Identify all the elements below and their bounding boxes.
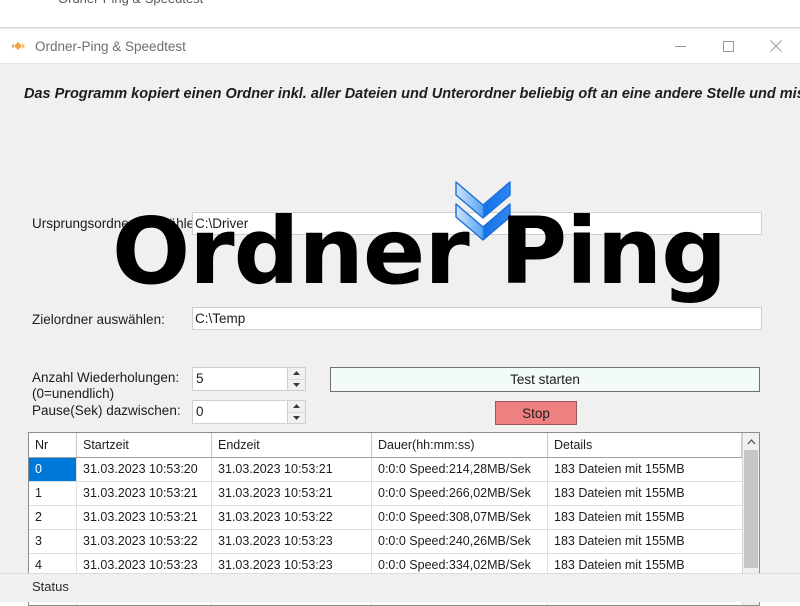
target-folder-label: Zielordner auswählen: <box>32 312 165 327</box>
window-controls <box>656 29 800 63</box>
application-window: Ordner-Ping & Speedtest Das Programm kop… <box>0 28 800 606</box>
repeat-count-hint: (0=unendlich) <box>32 386 115 401</box>
repeat-count-label: Anzahl Wiederholungen: <box>32 370 180 385</box>
cell-duration[interactable]: 0:0:0 Speed:214,28MB/Sek <box>372 458 548 481</box>
cell-start[interactable]: 31.03.2023 10:53:21 <box>77 506 212 529</box>
cell-empty <box>212 602 372 605</box>
repeat-decrement-icon[interactable] <box>288 379 305 390</box>
table-row[interactable]: 1 31.03.2023 10:53:21 31.03.2023 10:53:2… <box>29 482 742 506</box>
repeat-count-arrows[interactable] <box>287 368 305 390</box>
repeat-count-stepper[interactable]: 5 <box>192 367 306 391</box>
cell-empty <box>29 602 77 605</box>
pause-decrement-icon[interactable] <box>288 412 305 423</box>
pause-seconds-stepper[interactable]: 0 <box>192 400 306 424</box>
cell-start[interactable]: 31.03.2023 10:53:22 <box>77 530 212 553</box>
cell-empty <box>548 602 742 605</box>
pause-seconds-label: Pause(Sek) dazwischen: <box>32 403 181 418</box>
cell-start[interactable]: 31.03.2023 10:53:21 <box>77 482 212 505</box>
table-row[interactable]: 3 31.03.2023 10:53:22 31.03.2023 10:53:2… <box>29 530 742 554</box>
status-bar: Status <box>0 573 800 602</box>
cell-nr[interactable]: 3 <box>29 530 77 553</box>
title-bar: Ordner-Ping & Speedtest <box>0 29 800 63</box>
cell-end[interactable]: 31.03.2023 10:53:22 <box>212 506 372 529</box>
stop-button[interactable]: Stop <box>495 401 577 425</box>
cell-nr[interactable]: 2 <box>29 506 77 529</box>
chevron-up-icon[interactable] <box>743 433 759 450</box>
cell-nr[interactable]: 0 <box>29 458 77 481</box>
pause-seconds-arrows[interactable] <box>287 401 305 423</box>
start-test-button[interactable]: Test starten <box>330 367 760 392</box>
cell-empty <box>372 602 548 605</box>
cell-end[interactable]: 31.03.2023 10:53:21 <box>212 458 372 481</box>
close-icon[interactable] <box>752 29 800 63</box>
column-header-endzeit[interactable]: Endzeit <box>212 433 372 457</box>
column-header-details[interactable]: Details <box>548 433 742 457</box>
cell-details[interactable]: 183 Dateien mit 155MB <box>548 530 742 553</box>
target-folder-input[interactable]: C:\Temp <box>192 307 762 330</box>
window-title: Ordner-Ping & Speedtest <box>35 38 186 54</box>
maximize-icon[interactable] <box>704 29 752 63</box>
program-description: Das Programm kopiert einen Ordner inkl. … <box>24 86 800 102</box>
cell-details[interactable]: 183 Dateien mit 155MB <box>548 506 742 529</box>
repeat-count-value[interactable]: 5 <box>193 368 287 390</box>
table-row[interactable]: 2 31.03.2023 10:53:21 31.03.2023 10:53:2… <box>29 506 742 530</box>
orange-diamond-icon <box>10 38 26 54</box>
cell-empty <box>77 602 212 605</box>
minimize-icon[interactable] <box>656 29 704 63</box>
status-label: Status <box>32 579 69 594</box>
pause-increment-icon[interactable] <box>288 401 305 413</box>
cell-details[interactable]: 183 Dateien mit 155MB <box>548 458 742 481</box>
cell-nr[interactable]: 1 <box>29 482 77 505</box>
table-row[interactable]: 0 31.03.2023 10:53:20 31.03.2023 10:53:2… <box>29 458 742 482</box>
scrollbar-track[interactable] <box>743 450 759 588</box>
column-header-dauer[interactable]: Dauer(hh:mm:ss) <box>372 433 548 457</box>
cell-duration[interactable]: 0:0:0 Speed:308,07MB/Sek <box>372 506 548 529</box>
table-empty-row[interactable] <box>29 602 742 605</box>
background-window-strip: Ordner-Ping & Speedtest <box>0 0 800 28</box>
cell-end[interactable]: 31.03.2023 10:53:21 <box>212 482 372 505</box>
repeat-increment-icon[interactable] <box>288 368 305 380</box>
background-window-title: Ordner-Ping & Speedtest <box>58 0 203 6</box>
cell-start[interactable]: 31.03.2023 10:53:20 <box>77 458 212 481</box>
client-area: Das Programm kopiert einen Ordner inkl. … <box>0 63 800 606</box>
cell-duration[interactable]: 0:0:0 Speed:266,02MB/Sek <box>372 482 548 505</box>
source-folder-input[interactable]: C:\Driver <box>192 212 762 235</box>
column-header-startzeit[interactable]: Startzeit <box>77 433 212 457</box>
cell-end[interactable]: 31.03.2023 10:53:23 <box>212 530 372 553</box>
cell-duration[interactable]: 0:0:0 Speed:240,26MB/Sek <box>372 530 548 553</box>
scrollbar-thumb[interactable] <box>744 450 758 568</box>
source-folder-label: Ursprungsordner auswählen <box>32 216 202 231</box>
pause-seconds-value[interactable]: 0 <box>193 401 287 423</box>
cell-details[interactable]: 183 Dateien mit 155MB <box>548 482 742 505</box>
table-header-row: Nr Startzeit Endzeit Dauer(hh:mm:ss) Det… <box>29 433 742 458</box>
column-header-nr[interactable]: Nr <box>29 433 77 457</box>
